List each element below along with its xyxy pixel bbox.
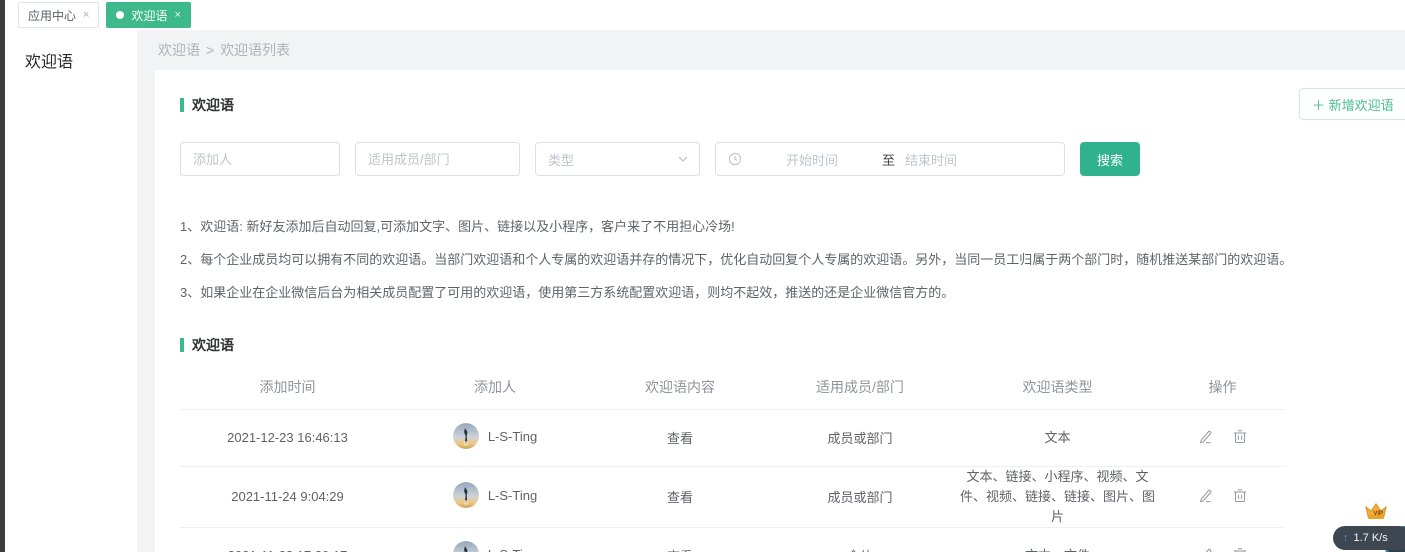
close-icon[interactable]: ×	[83, 10, 89, 21]
chevron-down-icon	[677, 153, 689, 165]
tab-app-center[interactable]: 应用中心 ×	[18, 2, 99, 28]
breadcrumb-current: 欢迎语列表	[220, 40, 290, 60]
speed-value: 1.7 K/s	[1354, 532, 1388, 544]
column-header: 欢迎语类型	[955, 365, 1160, 409]
note-line: 2、每个企业成员均可以拥有不同的欢迎语。当部门欢迎语和个人专属的欢迎语并存的情况…	[180, 243, 1405, 276]
start-time-placeholder[interactable]: 开始时间	[752, 150, 872, 169]
section-marker	[180, 98, 184, 112]
view-link[interactable]: 查看	[667, 490, 693, 505]
welcome-table: 添加时间添加人欢迎语内容适用成员/部门欢迎语类型操作 2021-12-23 16…	[180, 365, 1285, 552]
delete-button[interactable]	[1233, 488, 1247, 503]
net-speed-widget[interactable]: VIP ↑ 1.7 K/s	[1325, 502, 1405, 552]
cell-scope: 成员或部门	[765, 409, 955, 466]
trash-icon	[1233, 547, 1247, 552]
delete-button[interactable]	[1233, 547, 1247, 552]
avatar	[453, 423, 479, 449]
delete-button[interactable]	[1233, 429, 1247, 444]
tab-welcome[interactable]: 欢迎语 ×	[106, 2, 190, 28]
tab-label: 欢迎语	[131, 7, 167, 24]
cell-adder: L-S-Ting	[395, 527, 595, 552]
cell-operations	[1160, 527, 1285, 552]
cell-operations	[1160, 409, 1285, 466]
cell-adder: L-S-Ting	[395, 409, 595, 466]
cell-content: 查看	[595, 527, 765, 552]
type-select[interactable]: 类型	[535, 142, 700, 176]
notes-block: 1、欢迎语: 新好友添加后自动回复,可添加文字、图片、链接以及小程序，客户来了不…	[180, 210, 1405, 309]
pencil-icon	[1198, 429, 1213, 444]
cell-add-time: 2021-11-23 17:39:17	[180, 527, 395, 552]
cell-type: 文本、链接、小程序、视频、文件、视频、链接、链接、图片、图片	[955, 466, 1160, 527]
section-title-table: 欢迎语	[180, 335, 1405, 355]
app-window: 应用中心 × 欢迎语 × 欢迎语 欢迎语 > 欢迎语列表 欢迎语	[0, 0, 1405, 552]
column-header: 添加人	[395, 365, 595, 409]
edit-button[interactable]	[1198, 429, 1213, 444]
edit-button[interactable]	[1198, 488, 1213, 503]
content-card: 欢迎语 ＋ 新增欢迎语 类型 开始时间 至 结束时间	[155, 70, 1405, 552]
avatar	[453, 482, 479, 508]
table-body: 2021-12-23 16:46:13 L-S-Ting 查看 成员或部门 文本	[180, 409, 1285, 552]
cell-add-time: 2021-12-23 16:46:13	[180, 409, 395, 466]
column-header: 欢迎语内容	[595, 365, 765, 409]
sidebar-item-welcome[interactable]: 欢迎语	[5, 30, 137, 72]
adder-name: L-S-Ting	[488, 547, 537, 552]
search-button[interactable]: 搜索	[1080, 142, 1140, 176]
filter-row: 类型 开始时间 至 结束时间 搜索	[180, 142, 1405, 176]
range-separator: 至	[882, 150, 895, 169]
speed-pill[interactable]: ↑ 1.7 K/s	[1333, 526, 1405, 550]
cell-type: 文本	[955, 409, 1160, 466]
column-header: 适用成员/部门	[765, 365, 955, 409]
adder-input[interactable]	[180, 142, 340, 176]
main-area: 欢迎语 > 欢迎语列表 欢迎语 ＋ 新增欢迎语 类型	[137, 30, 1405, 552]
note-line: 1、欢迎语: 新好友添加后自动回复,可添加文字、图片、链接以及小程序，客户来了不…	[180, 210, 1405, 243]
close-icon[interactable]: ×	[174, 10, 180, 21]
cell-scope: 全体	[765, 527, 955, 552]
content-region: 欢迎语 欢迎语 > 欢迎语列表 欢迎语 ＋ 新增欢迎语	[5, 30, 1405, 552]
cell-operations	[1160, 466, 1285, 527]
upload-arrow-icon: ↑	[1343, 532, 1349, 544]
sidebar: 欢迎语	[5, 30, 137, 552]
pencil-icon	[1198, 488, 1213, 503]
pencil-icon	[1198, 547, 1213, 552]
end-time-placeholder[interactable]: 结束时间	[905, 150, 1025, 169]
adder-name: L-S-Ting	[488, 488, 537, 503]
tab-bar: 应用中心 × 欢迎语 ×	[5, 0, 1405, 30]
cell-scope: 成员或部门	[765, 466, 955, 527]
member-input[interactable]	[355, 142, 520, 176]
cell-add-time: 2021-11-24 9:04:29	[180, 466, 395, 527]
column-header: 添加时间	[180, 365, 395, 409]
window-edge	[0, 0, 5, 552]
column-header: 操作	[1160, 365, 1285, 409]
date-range-picker[interactable]: 开始时间 至 结束时间	[715, 142, 1065, 176]
cell-content: 查看	[595, 409, 765, 466]
breadcrumb-parent: 欢迎语	[158, 40, 200, 60]
table-header-row: 添加时间添加人欢迎语内容适用成员/部门欢迎语类型操作	[180, 365, 1285, 409]
add-welcome-button[interactable]: ＋ 新增欢迎语	[1299, 88, 1405, 120]
table-row: 2021-11-24 9:04:29 L-S-Ting 查看 成员或部门 文本、…	[180, 466, 1285, 527]
avatar	[453, 541, 479, 552]
table-row: 2021-12-23 16:46:13 L-S-Ting 查看 成员或部门 文本	[180, 409, 1285, 466]
note-line: 3、如果企业在企业微信后台为相关成员配置了可用的欢迎语，使用第三方系统配置欢迎语…	[180, 276, 1405, 309]
trash-icon	[1233, 429, 1247, 444]
cell-type: 文本、文件	[955, 527, 1160, 552]
vip-label: VIP	[1373, 511, 1383, 517]
section-title-search: 欢迎语	[180, 95, 234, 115]
table-row: 2021-11-23 17:39:17 L-S-Ting 查看 全体 文本、文件	[180, 527, 1285, 552]
tab-label: 应用中心	[28, 7, 76, 24]
adder-name: L-S-Ting	[488, 429, 537, 444]
clock-icon	[728, 152, 742, 166]
cell-adder: L-S-Ting	[395, 466, 595, 527]
table-section: 欢迎语 添加时间添加人欢迎语内容适用成员/部门欢迎语类型操作 2021-12-2…	[180, 335, 1405, 552]
breadcrumb-separator: >	[206, 42, 214, 58]
edit-button[interactable]	[1198, 547, 1213, 552]
trash-icon	[1233, 488, 1247, 503]
section-marker	[180, 338, 184, 352]
cell-content: 查看	[595, 466, 765, 527]
view-link[interactable]: 查看	[667, 431, 693, 446]
active-dot-icon	[116, 11, 124, 19]
breadcrumb: 欢迎语 > 欢迎语列表	[137, 30, 1405, 70]
